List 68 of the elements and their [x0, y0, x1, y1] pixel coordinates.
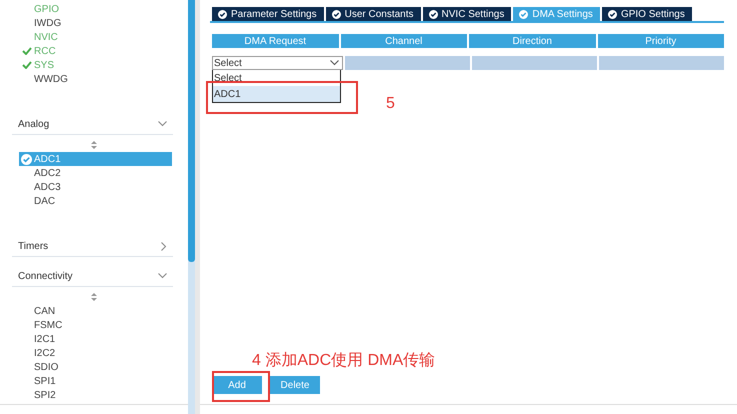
sidebar-item[interactable]: ADC3	[19, 180, 172, 194]
item-label: SPI2	[34, 390, 56, 400]
annotation-text: 4 添加ADC使用 DMA传输	[252, 350, 436, 371]
item-label: ADC1	[34, 154, 61, 164]
check-circle-icon	[218, 10, 227, 18]
item-label: CAN	[34, 306, 56, 316]
sidebar-item[interactable]: I2C2	[19, 346, 172, 360]
check-circle-icon	[21, 154, 32, 164]
tab[interactable]: NVIC Settings	[422, 7, 512, 21]
sidebar-item[interactable]: WWDG	[19, 72, 172, 86]
tab-label: Parameter Settings	[231, 8, 317, 20]
chevron-down-icon	[158, 121, 167, 127]
item-label: SYS	[34, 60, 54, 70]
item-label: WWDG	[34, 74, 68, 84]
item-label: RCC	[34, 46, 56, 56]
tab-label: NVIC Settings	[442, 8, 504, 20]
item-label: ADC2	[34, 168, 61, 178]
highlight-frame	[212, 371, 270, 402]
column-header: Priority	[598, 34, 724, 48]
sidebar-item[interactable]: CAN	[19, 304, 172, 318]
column-header: DMA Request	[212, 34, 338, 48]
annotation-text: 5	[386, 95, 395, 113]
tab[interactable]: User Constants	[326, 7, 421, 21]
sidebar-item[interactable]: DAC	[19, 194, 172, 208]
select-value: Select	[214, 58, 242, 68]
category-label: Analog	[18, 118, 50, 130]
tab-label: User Constants	[344, 8, 414, 20]
item-label: FSMC	[34, 320, 62, 330]
tab[interactable]: GPIO Settings	[602, 7, 692, 21]
sidebar-item[interactable]: IWDG	[19, 16, 172, 30]
sidebar-item[interactable]: I2C1	[19, 332, 172, 346]
category-header[interactable]: Timers	[12, 236, 173, 257]
sidebar-item[interactable]: ADC2	[19, 166, 172, 180]
dropdown-option[interactable]: ADC1	[213, 86, 340, 102]
scrollbar[interactable]	[188, 0, 195, 414]
sidebar-item[interactable]: SPI1	[19, 374, 172, 388]
request-select[interactable]: Select	[212, 56, 343, 70]
check-circle-icon	[428, 10, 438, 18]
chevron-down-icon	[330, 60, 339, 66]
item-label: SPI1	[34, 376, 56, 386]
tab-label: GPIO Settings	[620, 8, 685, 20]
item-label: I2C1	[34, 334, 56, 344]
sidebar-item[interactable]: FSMC	[19, 318, 172, 332]
sidebar-item[interactable]: SDIO	[19, 360, 172, 374]
category-label: Connectivity	[18, 270, 72, 282]
chevron-down-icon	[158, 273, 167, 279]
item-label: GPIO	[34, 4, 60, 14]
check-circle-icon	[332, 10, 341, 18]
column-header: Direction	[469, 34, 596, 48]
item-label: DAC	[34, 196, 56, 206]
category-header[interactable]: Analog	[12, 114, 173, 135]
scrollbar-thumb[interactable]	[188, 0, 195, 262]
sort-icon[interactable]	[91, 293, 97, 301]
column-header: Channel	[340, 34, 467, 48]
check-circle-icon	[608, 10, 617, 18]
item-label: I2C2	[34, 348, 56, 358]
item-label: SDIO	[34, 362, 58, 372]
tab[interactable]: Parameter Settings	[212, 7, 324, 21]
category-header[interactable]: Connectivity	[12, 266, 173, 287]
item-label: IWDG	[34, 18, 62, 28]
sidebar-item[interactable]: SPI2	[19, 388, 172, 402]
sort-icon[interactable]	[91, 141, 97, 149]
category-label: Timers	[18, 240, 48, 252]
tab-label: DMA Settings	[532, 8, 593, 20]
chevron-right-icon	[161, 242, 167, 250]
item-label: ADC3	[34, 182, 61, 192]
check-circle-icon	[519, 10, 528, 18]
item-label: NVIC	[34, 32, 58, 42]
